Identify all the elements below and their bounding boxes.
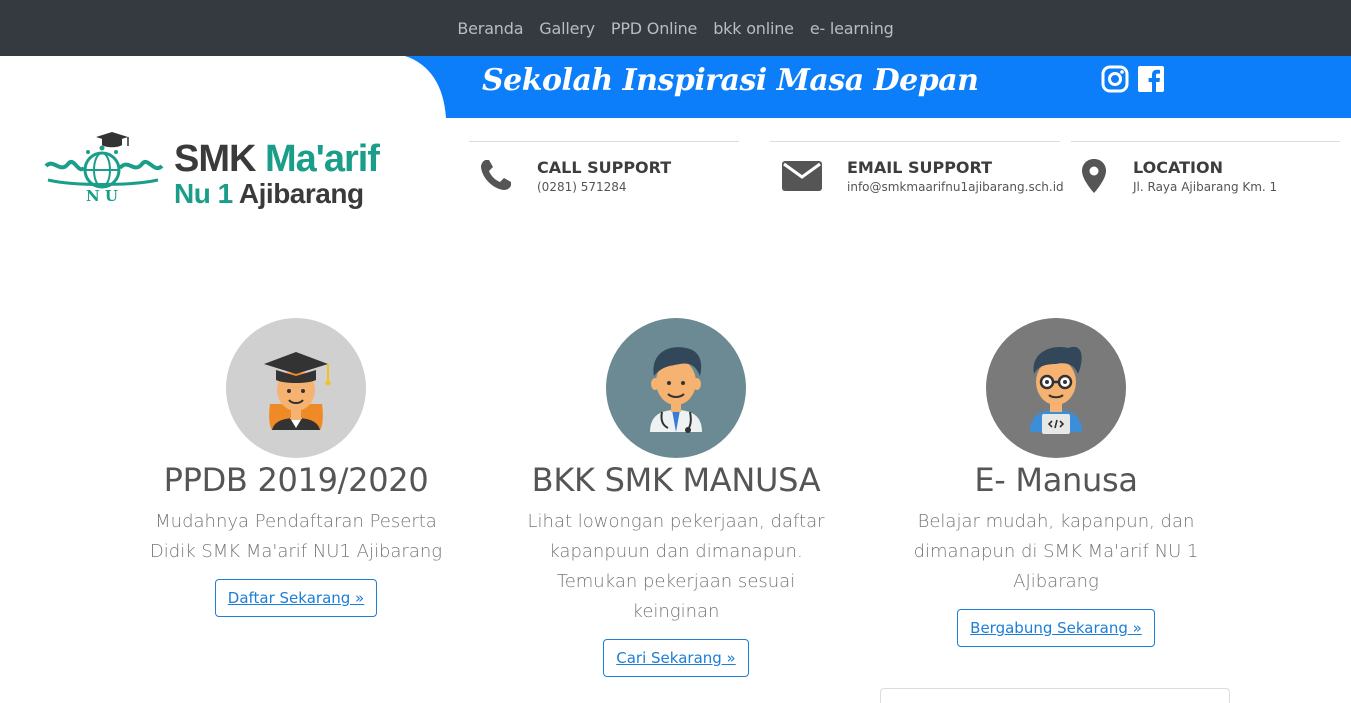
bergabung-sekarang-button[interactable]: Bergabung Sekarang » [957,609,1155,647]
card-title: BKK SMK MANUSA [531,461,821,499]
daftar-sekarang-button[interactable]: Daftar Sekarang » [214,579,378,617]
programmer-avatar-icon [986,318,1126,458]
contact-email-address[interactable]: info@smkmaarifnu1ajibarang.sch.id [847,180,1064,194]
graduate-avatar-icon [226,318,366,458]
card-description: Lihat lowongan pekerjaan, daftar kapanpu… [527,511,825,622]
emblem-text: N U [86,187,118,205]
contact-call-support: CALL SUPPORT (0281) 571284 [469,141,739,201]
contact-title: LOCATION [1133,158,1223,177]
contact-phone-number[interactable]: (0281) 571284 [537,180,627,194]
contact-address: Jl. Raya Ajibarang Km. 1 [1133,180,1278,194]
partial-panel [880,688,1230,703]
school-logo[interactable]: N U SMK Ma'arif Nu 1 Ajibarang [44,128,380,218]
nav-link-beranda[interactable]: Beranda [457,19,523,38]
contact-location: LOCATION Jl. Raya Ajibarang Km. 1 [1071,141,1340,201]
phone-icon [481,160,511,190]
nav-link-gallery[interactable]: Gallery [539,19,595,38]
cari-sekarang-button[interactable]: Cari Sekarang » [603,639,749,677]
card-ppdb: PPDB 2019/2020 Mudahnya Pendaftaran Pese… [106,318,486,617]
instagram-icon[interactable] [1101,65,1129,93]
card-bkk: BKK SMK MANUSA Lihat lowongan pekerjaan,… [486,318,866,677]
card-description: Mudahnya Pendaftaran Peserta Didik SMK M… [149,511,443,562]
social-links [1101,65,1165,93]
envelope-icon [782,161,822,191]
nav-link-bkk-online[interactable]: bkk online [713,19,794,38]
doctor-avatar-icon [606,318,746,458]
card-e-manusa: E- Manusa Belajar mudah, kapanpun, dan d… [866,318,1246,647]
top-navbar: Beranda Gallery PPD Online bkk online e-… [0,0,1351,56]
nav-link-e-learning[interactable]: e- learning [810,19,894,38]
nav-link-ppd-online[interactable]: PPD Online [611,19,698,38]
tagline-text: Sekolah Inspirasi Masa Depan [482,63,979,98]
logo-line-1: SMK Ma'arif [174,138,380,180]
contact-title: EMAIL SUPPORT [847,158,993,177]
location-pin-icon [1082,159,1106,193]
contact-email-support: EMAIL SUPPORT info@smkmaarifnu1ajibarang… [770,141,1064,201]
facebook-icon[interactable] [1137,65,1165,93]
nu-emblem-icon: N U [44,132,164,205]
card-description: Belajar mudah, kapanpun, dan dimanapun d… [913,511,1199,592]
logo-line-2: Nu 1 Ajibarang [174,178,364,209]
card-title: PPDB 2019/2020 [163,461,429,499]
card-title: E- Manusa [974,461,1138,499]
contact-title: CALL SUPPORT [537,158,672,177]
